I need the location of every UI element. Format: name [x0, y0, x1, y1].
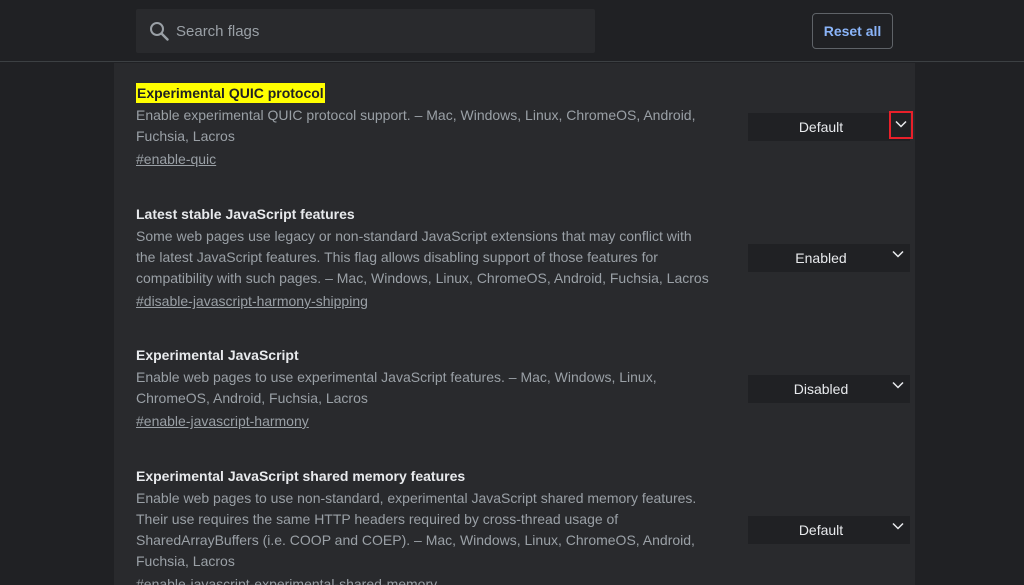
flag-item-disable-javascript-harmony-shipping: Latest stable JavaScript features Some w… — [136, 204, 910, 311]
flag-link[interactable]: #enable-quic — [136, 149, 216, 169]
flag-title: Experimental QUIC protocol — [136, 83, 325, 103]
select-value: Enabled — [795, 250, 847, 266]
flag-item-enable-javascript-harmony: Experimental JavaScript Enable web pages… — [136, 345, 910, 431]
chevron-down-icon — [888, 247, 908, 267]
flags-list: Experimental QUIC protocol Enable experi… — [114, 63, 915, 585]
chevron-down-icon[interactable] — [889, 111, 913, 139]
flag-item-enable-quic: Experimental QUIC protocol Enable experi… — [136, 83, 913, 169]
reset-all-button[interactable]: Reset all — [812, 13, 893, 49]
flag-description: Enable experimental QUIC protocol suppor… — [136, 107, 696, 144]
flag-state-select[interactable]: Enabled — [748, 244, 910, 272]
select-value: Default — [798, 522, 844, 538]
flag-title: Latest stable JavaScript features — [136, 206, 355, 222]
header-bar: Reset all — [0, 0, 1024, 62]
flag-state-select[interactable]: Default — [748, 516, 910, 544]
flag-link[interactable]: #disable-javascript-harmony-shipping — [136, 291, 368, 311]
flag-description: Some web pages use legacy or non-standar… — [136, 228, 709, 286]
search-icon — [149, 21, 169, 41]
search-input[interactable] — [176, 9, 576, 53]
flag-link[interactable]: #enable-javascript-experimental-shared-m… — [136, 574, 437, 585]
flag-item-enable-javascript-experimental-shared-memory: Experimental JavaScript shared memory fe… — [136, 466, 910, 585]
chevron-down-icon — [888, 519, 908, 539]
flag-state-select[interactable]: Default — [748, 111, 913, 141]
select-value: Default — [798, 119, 844, 135]
flag-description: Enable web pages to use non-standard, ex… — [136, 490, 697, 569]
flag-link[interactable]: #enable-javascript-harmony — [136, 411, 309, 431]
flag-description: Enable web pages to use experimental Jav… — [136, 369, 657, 406]
flag-title: Experimental JavaScript shared memory fe… — [136, 468, 466, 484]
flag-state-select[interactable]: Disabled — [748, 375, 910, 403]
flag-title: Experimental JavaScript — [136, 347, 299, 363]
select-value: Disabled — [793, 381, 849, 397]
chevron-down-icon — [888, 378, 908, 398]
search-box[interactable] — [136, 9, 595, 53]
